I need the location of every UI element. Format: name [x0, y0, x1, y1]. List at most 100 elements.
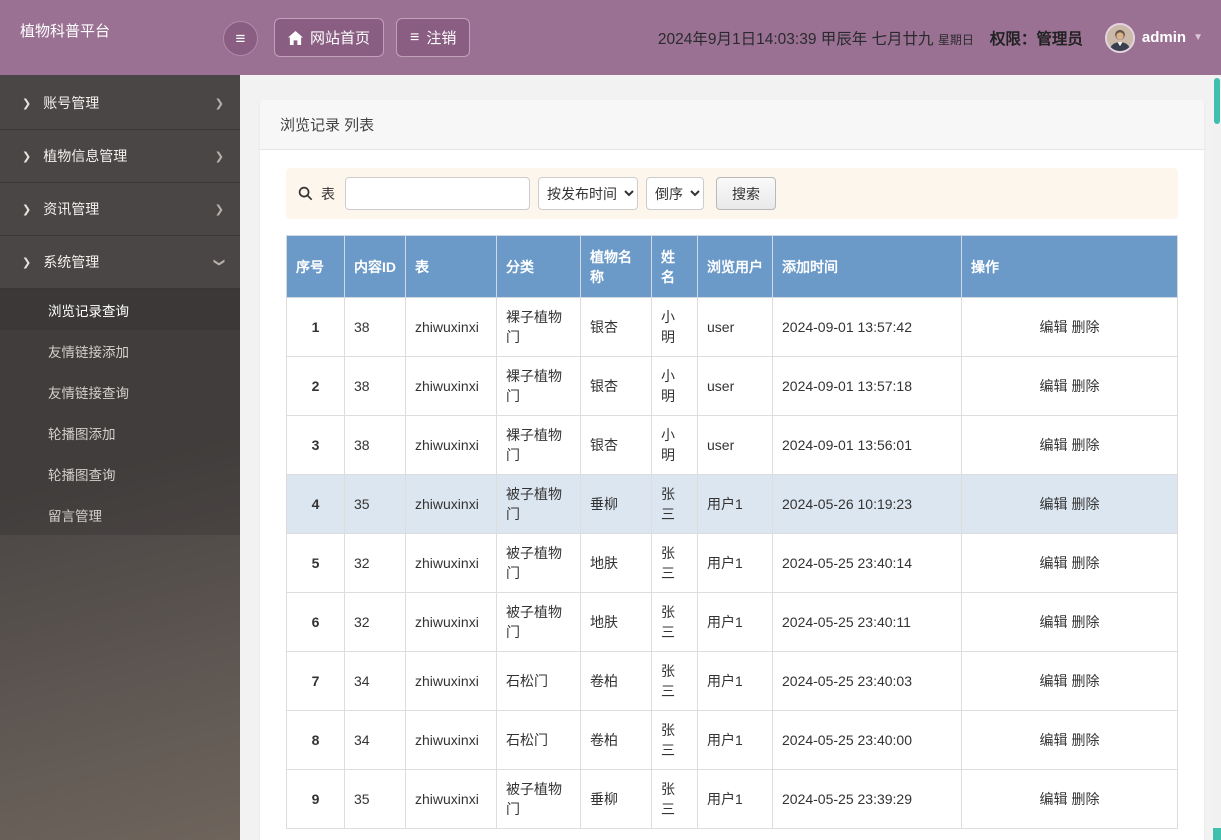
cell-no: 1 — [286, 297, 345, 357]
cell-actions: 编辑 删除 — [961, 651, 1178, 711]
cell-table: zhiwuxinxi — [405, 356, 497, 416]
cell-category: 被子植物门 — [496, 533, 581, 593]
cell-actions: 编辑 删除 — [961, 769, 1178, 829]
cell-viewer: 用户1 — [697, 710, 773, 770]
sidebar-item-message-management[interactable]: 留言管理 — [0, 494, 240, 535]
vertical-scrollbar[interactable] — [1213, 75, 1221, 840]
cell-content-id: 35 — [344, 474, 406, 534]
column-header-table: 表 — [405, 235, 497, 298]
cell-name: 张三 — [651, 710, 698, 770]
search-icon — [298, 186, 313, 201]
chevron-right-icon: ❯ — [22, 97, 32, 110]
cell-viewer: 用户1 — [697, 474, 773, 534]
logout-button[interactable]: ≡ 注销 — [396, 18, 471, 57]
table-body: 1 38 zhiwuxinxi 裸子植物门 银杏 小明 user 2024-09… — [286, 297, 1178, 829]
sidebar-item-browse-record-query[interactable]: 浏览记录查询 — [0, 289, 240, 330]
cell-plant-name: 垂柳 — [580, 769, 652, 829]
delete-link[interactable]: 删除 — [1072, 673, 1100, 689]
edit-link[interactable]: 编辑 — [1040, 319, 1068, 335]
cell-viewer: 用户1 — [697, 651, 773, 711]
cell-content-id: 32 — [344, 533, 406, 593]
cell-category: 石松门 — [496, 710, 581, 770]
delete-link[interactable]: 删除 — [1072, 791, 1100, 807]
table-row: 1 38 zhiwuxinxi 裸子植物门 银杏 小明 user 2024-09… — [286, 297, 1178, 357]
edit-link[interactable]: 编辑 — [1040, 732, 1068, 748]
browse-record-table: 序号 内容ID 表 分类 植物名称 姓名 浏览用户 添加时间 操作 1 38 z… — [286, 235, 1178, 829]
table-row: 2 38 zhiwuxinxi 裸子植物门 银杏 小明 user 2024-09… — [286, 356, 1178, 416]
sort-field-select[interactable]: 按发布时间 — [538, 177, 638, 210]
cell-table: zhiwuxinxi — [405, 710, 497, 770]
cell-no: 7 — [286, 651, 345, 711]
cell-actions: 编辑 删除 — [961, 592, 1178, 652]
weekday-text: 星期日 — [937, 32, 974, 47]
delete-link[interactable]: 删除 — [1072, 555, 1100, 571]
cell-category: 被子植物门 — [496, 474, 581, 534]
edit-link[interactable]: 编辑 — [1040, 437, 1068, 453]
edit-link[interactable]: 编辑 — [1040, 378, 1068, 394]
username-text: admin — [1141, 29, 1187, 46]
cell-table: zhiwuxinxi — [405, 533, 497, 593]
sidebar-item-carousel-query[interactable]: 轮播图查询 — [0, 453, 240, 494]
logout-button-label: 注销 — [426, 30, 457, 47]
cell-add-time: 2024-09-01 13:56:01 — [772, 415, 962, 475]
search-bar: 表 按发布时间 倒序 搜索 — [286, 168, 1178, 219]
cell-plant-name: 卷柏 — [580, 651, 652, 711]
column-header-plant-name: 植物名称 — [580, 235, 652, 298]
sidebar-item-friend-link-query[interactable]: 友情链接查询 — [0, 371, 240, 412]
sidebar-item-system-management[interactable]: ❯ 系统管理 ❯ — [0, 236, 240, 289]
edit-link[interactable]: 编辑 — [1040, 614, 1068, 630]
sidebar-item-carousel-add[interactable]: 轮播图添加 — [0, 412, 240, 453]
delete-link[interactable]: 删除 — [1072, 732, 1100, 748]
cell-content-id: 34 — [344, 710, 406, 770]
search-button[interactable]: 搜索 — [716, 177, 776, 210]
list-icon: ≡ — [410, 28, 420, 46]
sidebar-item-news-management[interactable]: ❯ 资讯管理 ❯ — [0, 183, 240, 236]
cell-plant-name: 地肤 — [580, 592, 652, 652]
edit-link[interactable]: 编辑 — [1040, 673, 1068, 689]
edit-link[interactable]: 编辑 — [1040, 555, 1068, 571]
cell-content-id: 32 — [344, 592, 406, 652]
cell-name: 张三 — [651, 474, 698, 534]
column-header-no: 序号 — [286, 235, 345, 298]
chevron-right-icon: ❯ — [214, 150, 224, 163]
scrollbar-thumb[interactable] — [1214, 78, 1220, 124]
cell-no: 3 — [286, 415, 345, 475]
column-header-viewer: 浏览用户 — [697, 235, 773, 298]
edit-link[interactable]: 编辑 — [1040, 791, 1068, 807]
delete-link[interactable]: 删除 — [1072, 437, 1100, 453]
sidebar-toggle-button[interactable]: ≡ — [223, 21, 258, 56]
cell-name: 小明 — [651, 297, 698, 357]
delete-link[interactable]: 删除 — [1072, 378, 1100, 394]
sidebar-item-friend-link-add[interactable]: 友情链接添加 — [0, 330, 240, 371]
delete-link[interactable]: 删除 — [1072, 614, 1100, 630]
scrollbar-corner — [1213, 828, 1221, 840]
sort-order-select[interactable]: 倒序 — [646, 177, 704, 210]
cell-no: 6 — [286, 592, 345, 652]
cell-table: zhiwuxinxi — [405, 297, 497, 357]
cell-plant-name: 卷柏 — [580, 710, 652, 770]
cell-no: 2 — [286, 356, 345, 416]
cell-viewer: 用户1 — [697, 592, 773, 652]
cell-actions: 编辑 删除 — [961, 356, 1178, 416]
user-menu[interactable]: admin ▼ — [1104, 22, 1203, 53]
hamburger-icon: ≡ — [235, 28, 246, 48]
datetime-value: 2024年9月1日14:03:39 甲辰年 七月廿九 — [657, 30, 934, 48]
submenu-item-label: 浏览记录查询 — [48, 303, 129, 319]
delete-link[interactable]: 删除 — [1072, 496, 1100, 512]
cell-add-time: 2024-05-25 23:39:29 — [772, 769, 962, 829]
cell-actions: 编辑 删除 — [961, 297, 1178, 357]
delete-link[interactable]: 删除 — [1072, 319, 1100, 335]
avatar — [1104, 22, 1135, 53]
sidebar-item-plant-info-management[interactable]: ❯ 植物信息管理 ❯ — [0, 130, 240, 183]
chevron-right-icon: ❯ — [22, 256, 32, 269]
submenu-item-label: 轮播图查询 — [48, 467, 116, 483]
column-header-actions: 操作 — [961, 235, 1178, 298]
table-row: 6 32 zhiwuxinxi 被子植物门 地肤 张三 用户1 2024-05-… — [286, 592, 1178, 652]
chevron-right-icon: ❯ — [22, 203, 32, 216]
cell-category: 裸子植物门 — [496, 415, 581, 475]
sidebar-item-account-management[interactable]: ❯ 账号管理 ❯ — [0, 77, 240, 130]
edit-link[interactable]: 编辑 — [1040, 496, 1068, 512]
cell-no: 8 — [286, 710, 345, 770]
home-button[interactable]: 网站首页 — [274, 18, 385, 57]
search-input[interactable] — [345, 177, 530, 210]
